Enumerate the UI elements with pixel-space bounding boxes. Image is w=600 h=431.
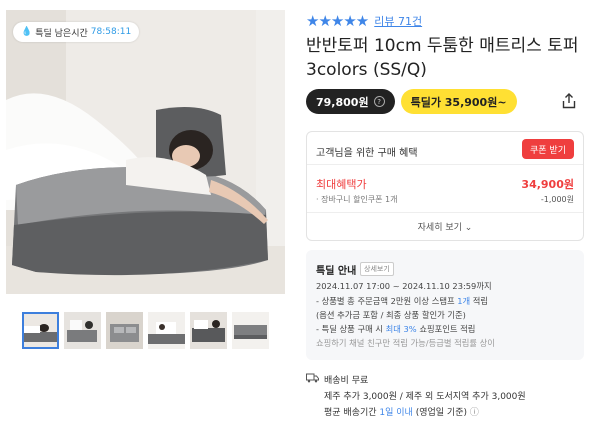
- thumbnail-6[interactable]: [232, 312, 269, 349]
- product-main-image[interactable]: [6, 10, 285, 294]
- cart-coupon-label: · 장바구니 할인쿠폰 1개: [316, 195, 398, 204]
- truck-icon: [306, 373, 319, 383]
- product-title: 반반토퍼 10cm 두툼한 매트리스 토퍼 3colors (SS/Q): [306, 34, 588, 82]
- purchase-benefit-box: 고객님을 위한 구매 혜택 쿠폰 받기 최대혜택가 34,900원 · 장바구니…: [306, 131, 584, 241]
- benefit-heading: 고객님을 위한 구매 혜택: [316, 148, 418, 159]
- shipping-fee: 배송비 무료: [324, 376, 369, 386]
- deal-point-rate: 최대 3%: [385, 324, 417, 334]
- view-details-label: 자세히 보기: [417, 223, 462, 233]
- divider: [307, 164, 583, 165]
- deal-period: 2024.11.07 17:00 ~ 2024.11.10 23:59까지: [316, 281, 492, 291]
- deal-stamp-text: - 상품별 총 주문금액 2만원 이상 스탬프: [316, 296, 458, 306]
- timer-label: 특딜 남은시간: [35, 28, 88, 39]
- deal-price-badge[interactable]: 특딜가 35,900원~: [400, 89, 517, 114]
- rating-stars: ★★★★★: [306, 12, 369, 30]
- divider: [307, 212, 583, 213]
- timer-time: 78:58:11: [90, 27, 132, 37]
- original-price: 79,800원: [316, 95, 369, 109]
- question-icon[interactable]: ?: [373, 96, 385, 107]
- shipping-jeju: 제주 추가 3,000원 / 제주 외 도서지역 추가 3,000원: [324, 392, 526, 402]
- rating: ★★★★★ 리뷰 71건: [306, 12, 422, 30]
- deal-info-box: 특딜 안내 상세보기 2024.11.07 17:00 ~ 2024.11.10…: [306, 250, 584, 360]
- product-title-line1: 반반토퍼 10cm 두툼한 매트리스 토퍼: [306, 36, 579, 56]
- shipping-avg-days: 1일 이내: [379, 408, 413, 418]
- max-benefit-price: 34,900원: [521, 178, 574, 191]
- cart-coupon-value: -1,000원: [540, 195, 574, 204]
- product-title-line2: 3colors (SS/Q): [306, 60, 427, 80]
- price-row: 79,800원 ? 특딜가 35,900원~: [306, 89, 517, 114]
- review-count-link[interactable]: 리뷰 71건: [374, 13, 422, 29]
- deal-info-title: 특딜 안내: [316, 266, 357, 277]
- deal-point-line: - 특딜 상품 구매 시 최대 3% 쇼핑포인트 적립: [316, 323, 475, 335]
- original-price-badge[interactable]: 79,800원 ?: [306, 89, 395, 114]
- thumbnail-5[interactable]: [190, 312, 227, 349]
- deal-stamp-count: 1개: [457, 296, 471, 306]
- drop-icon: 💧: [21, 27, 33, 37]
- share-icon[interactable]: [560, 92, 578, 110]
- thumbnail-1[interactable]: [22, 312, 59, 349]
- thumbnail-strip: [22, 312, 269, 349]
- deal-stamp-suffix: 적립: [470, 296, 489, 306]
- deal-point-text: - 특딜 상품 구매 시: [316, 324, 386, 334]
- max-benefit-label: 최대혜택가: [316, 178, 367, 191]
- shipping-avg-label: 평균 배송기간: [324, 408, 380, 418]
- thumbnail-2[interactable]: [64, 312, 101, 349]
- deal-point-suffix: 쇼핑포인트 적립: [416, 324, 476, 334]
- deal-point-note: 쇼핑하기 채널 친구만 적립 가능/등급별 적립률 상이: [316, 338, 495, 348]
- deal-stamp-line: - 상품별 총 주문금액 2만원 이상 스탬프 1개 적립: [316, 295, 488, 307]
- thumbnail-4[interactable]: [148, 312, 185, 349]
- chevron-down-icon: ⌄: [464, 223, 473, 233]
- shipping-avg-suffix: (영업일 기준): [412, 408, 467, 418]
- deal-detail-button[interactable]: 상세보기: [360, 262, 394, 276]
- get-coupon-button[interactable]: 쿠폰 받기: [522, 139, 574, 159]
- deal-stamp-note: (옵션 추가금 포함 / 최종 상품 할인가 기준): [316, 310, 466, 320]
- view-details-link[interactable]: 자세히 보기 ⌄: [307, 220, 583, 233]
- info-icon[interactable]: ⓘ: [470, 408, 479, 418]
- deal-timer: 💧 특딜 남은시간 78:58:11: [13, 22, 140, 42]
- shipping-avg: 평균 배송기간 1일 이내 (영업일 기준) ⓘ: [324, 405, 479, 418]
- thumbnail-3[interactable]: [106, 312, 143, 349]
